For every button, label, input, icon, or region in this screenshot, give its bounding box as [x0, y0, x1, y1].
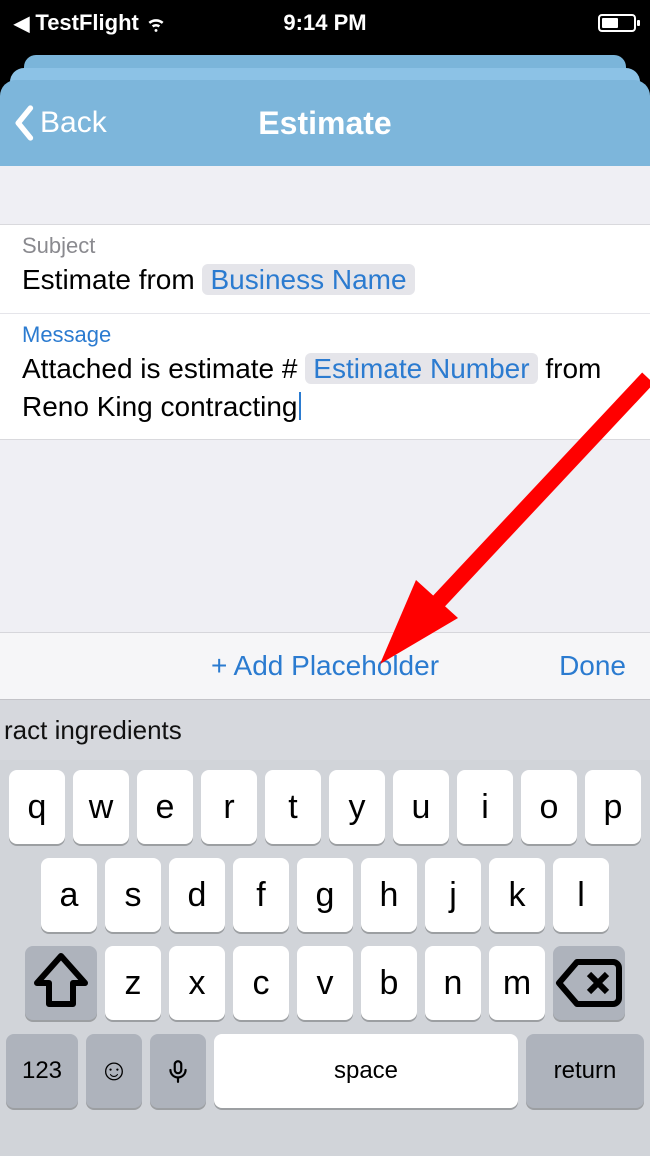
navbar: Back Estimate: [0, 80, 650, 166]
message-token[interactable]: Estimate Number: [305, 353, 537, 384]
back-button-label: Back: [40, 106, 107, 140]
microphone-icon: [165, 1058, 191, 1084]
text-cursor: [299, 392, 301, 420]
key-c[interactable]: c: [233, 946, 289, 1020]
field-group: Subject Estimate from Business Name Mess…: [0, 224, 650, 440]
status-bar: ◀ TestFlight 9:14 PM: [0, 0, 650, 46]
keyboard: qwertyuiop asdfghjkl zxcvbnm 123 ☺ space…: [0, 760, 650, 1156]
key-u[interactable]: u: [393, 770, 449, 844]
key-a[interactable]: a: [41, 858, 97, 932]
key-v[interactable]: v: [297, 946, 353, 1020]
keyboard-row-4: 123 ☺ space return: [6, 1034, 644, 1108]
key-t[interactable]: t: [265, 770, 321, 844]
suggestion-item[interactable]: ract ingredients: [0, 715, 217, 746]
keyboard-row-1: qwertyuiop: [6, 770, 644, 844]
key-r[interactable]: r: [201, 770, 257, 844]
key-l[interactable]: l: [553, 858, 609, 932]
numbers-key[interactable]: 123: [6, 1034, 78, 1108]
keyboard-row-3: zxcvbnm: [6, 946, 644, 1020]
key-f[interactable]: f: [233, 858, 289, 932]
key-p[interactable]: p: [585, 770, 641, 844]
subject-field[interactable]: Subject Estimate from Business Name: [0, 225, 650, 313]
key-i[interactable]: i: [457, 770, 513, 844]
chevron-left-icon: [12, 104, 38, 142]
emoji-icon: ☺: [99, 1054, 130, 1088]
key-x[interactable]: x: [169, 946, 225, 1020]
key-w[interactable]: w: [73, 770, 129, 844]
message-field[interactable]: Message Attached is estimate # Estimate …: [0, 313, 650, 440]
message-label: Message: [22, 322, 628, 348]
delete-key[interactable]: [553, 946, 625, 1020]
key-k[interactable]: k: [489, 858, 545, 932]
key-n[interactable]: n: [425, 946, 481, 1020]
keyboard-suggestions: ract ingredients: [0, 700, 650, 760]
status-time: 9:14 PM: [283, 10, 366, 36]
content-area: Subject Estimate from Business Name Mess…: [0, 166, 650, 1156]
key-b[interactable]: b: [361, 946, 417, 1020]
space-key[interactable]: space: [214, 1034, 518, 1108]
keyboard-row-2: asdfghjkl: [6, 858, 644, 932]
emoji-key[interactable]: ☺: [86, 1034, 142, 1108]
key-g[interactable]: g: [297, 858, 353, 932]
page-title: Estimate: [258, 105, 391, 142]
dictation-key[interactable]: [150, 1034, 206, 1108]
key-h[interactable]: h: [361, 858, 417, 932]
subject-body[interactable]: Estimate from Business Name: [22, 261, 628, 299]
key-q[interactable]: q: [9, 770, 65, 844]
key-s[interactable]: s: [105, 858, 161, 932]
status-back-app-label: TestFlight: [35, 10, 138, 36]
key-o[interactable]: o: [521, 770, 577, 844]
subject-prefix: Estimate from: [22, 264, 202, 295]
back-button[interactable]: Back: [12, 104, 107, 142]
done-button[interactable]: Done: [559, 650, 626, 682]
delete-icon: [553, 947, 625, 1019]
message-body[interactable]: Attached is estimate # Estimate Number f…: [22, 350, 628, 426]
wifi-icon: [145, 12, 167, 34]
shift-key[interactable]: [25, 946, 97, 1020]
return-key[interactable]: return: [526, 1034, 644, 1108]
battery-icon: [598, 14, 636, 32]
key-d[interactable]: d: [169, 858, 225, 932]
subject-label: Subject: [22, 233, 628, 259]
add-placeholder-button[interactable]: + Add Placeholder: [211, 650, 439, 682]
subject-token[interactable]: Business Name: [202, 264, 414, 295]
keyboard-toolbar: + Add Placeholder Done: [0, 632, 650, 700]
message-prefix: Attached is estimate #: [22, 353, 305, 384]
status-back-app[interactable]: ◀ TestFlight: [14, 10, 167, 36]
key-e[interactable]: e: [137, 770, 193, 844]
key-y[interactable]: y: [329, 770, 385, 844]
key-z[interactable]: z: [105, 946, 161, 1020]
back-caret-icon: ◀: [14, 11, 29, 36]
shift-icon: [25, 947, 97, 1019]
key-m[interactable]: m: [489, 946, 545, 1020]
key-j[interactable]: j: [425, 858, 481, 932]
